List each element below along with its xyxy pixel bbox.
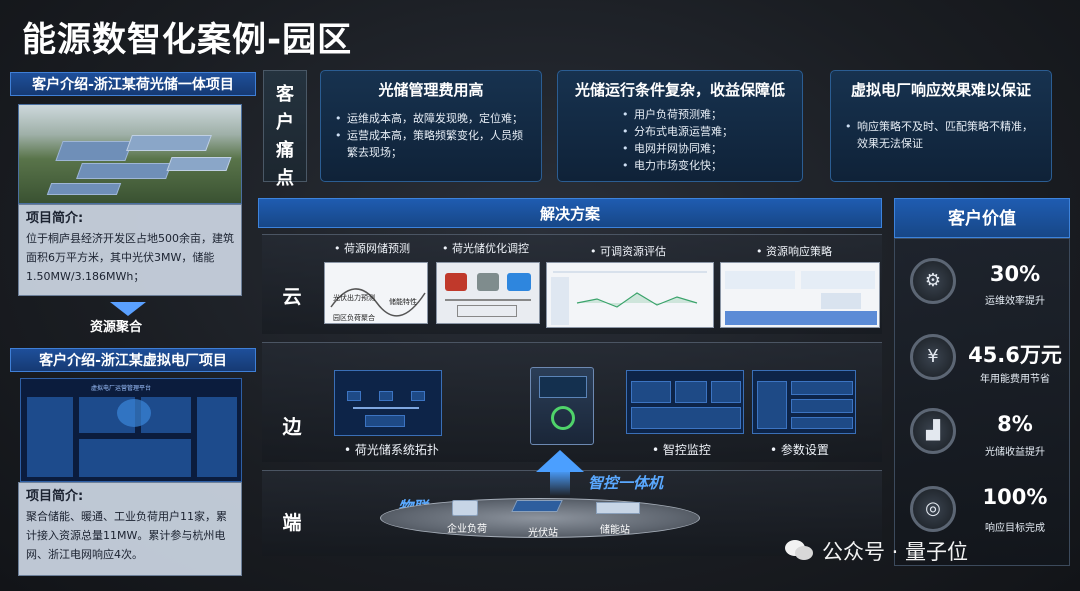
solution-title: 解决方案	[258, 198, 882, 228]
monitor-screen	[626, 370, 744, 434]
solar-panel-icon	[511, 500, 563, 512]
park-aerial-photo	[18, 104, 242, 204]
value-number: 30%	[966, 262, 1064, 286]
battery-icon	[596, 502, 640, 514]
device-label-storage: 储能站	[600, 521, 630, 536]
growth-chart-icon: ▟	[910, 408, 956, 454]
wechat-icon	[784, 537, 814, 563]
pain-item: 响应策略不及时、匹配策略不精准，效果无法保证	[845, 118, 1041, 152]
pain-card-title: 虚拟电厂响应效果难以保证	[831, 79, 1051, 100]
layer-label-cloud: 云	[272, 282, 312, 309]
arrow-up-stem	[550, 470, 570, 496]
cloud-item-label: 可调资源评估	[600, 245, 666, 258]
value-label: 年用能费用节省	[966, 370, 1064, 385]
arrow-up-icon	[536, 450, 584, 472]
topology-screen	[334, 370, 442, 436]
target-icon: ◎	[910, 486, 956, 532]
case1-intro: 项目简介: 位于桐庐县经济开发区占地500余亩，建筑面积6万平方米，其中光伏3M…	[18, 204, 242, 296]
edge-item-topology: • 荷光储系统拓扑	[344, 441, 439, 458]
smart-control-cabinet	[530, 367, 594, 445]
layer-label-end: 端	[272, 508, 312, 535]
pain-label: 客户痛点	[263, 70, 307, 182]
vpp-platform-screenshot: 虚拟电厂运营管理平台	[20, 378, 242, 482]
value-number: 100%	[966, 485, 1064, 509]
device-label-pv: 光伏站	[528, 524, 558, 539]
cloud-item-assess: • 可调资源评估	[590, 243, 666, 259]
gear-icon: ⚙	[910, 258, 956, 304]
pain-item: 运维成本高，故障发现晚，定位难；	[335, 110, 531, 127]
value-title: 客户价值	[894, 198, 1070, 238]
case2-intro-text: 聚合储能、暖通、工业负荷用户11家，累计接入资源总量11MW。累计参与杭州电网、…	[26, 507, 234, 564]
pain-card-title: 光储运行条件复杂，收益保障低	[558, 79, 802, 100]
pain-item: 运营成本高，策略频繁变化，人员频繁去现场；	[335, 127, 531, 161]
pain-card-title: 光储管理费用高	[321, 79, 541, 100]
case2-intro-title: 项目简介:	[26, 487, 234, 506]
cloud-item-label: 资源响应策略	[766, 245, 832, 258]
edge-item-label: 荷光储系统拓扑	[355, 443, 439, 457]
page-title: 能源数智化案例-园区	[22, 12, 352, 61]
vpp-screen-title: 虚拟电厂运营管理平台	[91, 383, 151, 392]
strategy-thumbnail	[720, 262, 880, 328]
value-label: 光储收益提升	[966, 443, 1064, 458]
value-label: 响应目标完成	[966, 519, 1064, 534]
edge-item-label: 参数设置	[781, 443, 829, 457]
value-number: 8%	[966, 412, 1064, 436]
cloud-item-forecast: • 荷源网储预测	[334, 240, 410, 256]
pain-card-vpp: 虚拟电厂响应效果难以保证 响应策略不及时、匹配策略不精准，效果无法保证	[830, 70, 1052, 182]
smart-machine-label: 智控一体机	[588, 472, 663, 493]
watermark-text: 公众号 · 量子位	[822, 536, 968, 566]
pain-item: 用户负荷预测难；	[622, 106, 792, 123]
device-label-load: 企业负荷	[447, 520, 487, 535]
coins-icon: ¥	[910, 334, 956, 380]
aggregate-label: 资源聚合	[90, 316, 142, 335]
edge-item-monitor: • 智控监控	[652, 441, 711, 458]
watermark-label: 公众号 · 量子位	[822, 540, 968, 564]
assess-thumbnail	[546, 262, 714, 328]
value-number: 45.6万元	[966, 339, 1064, 369]
load-text: 园区负荷聚合	[333, 313, 375, 323]
cloud-item-strategy: • 资源响应策略	[756, 243, 832, 259]
edge-item-settings: • 参数设置	[770, 441, 829, 458]
pain-card-cost: 光储管理费用高 运维成本高，故障发现晚，定位难； 运营成本高，策略频繁变化，人员…	[320, 70, 542, 182]
cloud-item-optimize: • 荷光储优化调控	[442, 240, 529, 256]
pain-item: 分布式电源运营难；	[622, 123, 792, 140]
edge-item-label: 智控监控	[663, 443, 711, 457]
layer-label-edge: 边	[272, 412, 312, 439]
pain-card-revenue: 光储运行条件复杂，收益保障低 用户负荷预测难； 分布式电源运营难； 电网并网协同…	[557, 70, 803, 182]
case1-header: 客户介绍-浙江某荷光储一体项目	[10, 72, 256, 96]
cloud-item-label: 荷源网储预测	[344, 242, 410, 255]
case1-intro-text: 位于桐庐县经济开发区占地500余亩，建筑面积6万平方米，其中光伏3MW，储能1.…	[26, 229, 234, 286]
pain-item: 电网并网协同难；	[622, 140, 792, 157]
case2-intro: 项目简介: 聚合储能、暖通、工业负荷用户11家，累计接入资源总量11MW。累计参…	[18, 482, 242, 576]
cloud-item-label: 荷光储优化调控	[452, 242, 529, 255]
forecast-thumbnail: 光伏出力预测 储能特性 园区负荷聚合	[324, 262, 428, 324]
case2-header: 客户介绍-浙江某虚拟电厂项目	[10, 348, 256, 372]
optimize-thumbnail	[436, 262, 540, 324]
pain-label-text: 客户痛点	[274, 81, 296, 193]
settings-screen	[752, 370, 856, 434]
case1-intro-title: 项目简介:	[26, 209, 234, 228]
pain-item: 电力市场变化快；	[622, 157, 792, 174]
pv-forecast-text: 光伏出力预测	[333, 293, 375, 303]
arrow-down-icon	[110, 302, 146, 316]
factory-icon	[452, 500, 478, 516]
value-label: 运维效率提升	[966, 292, 1064, 307]
storage-text: 储能特性	[389, 297, 417, 307]
